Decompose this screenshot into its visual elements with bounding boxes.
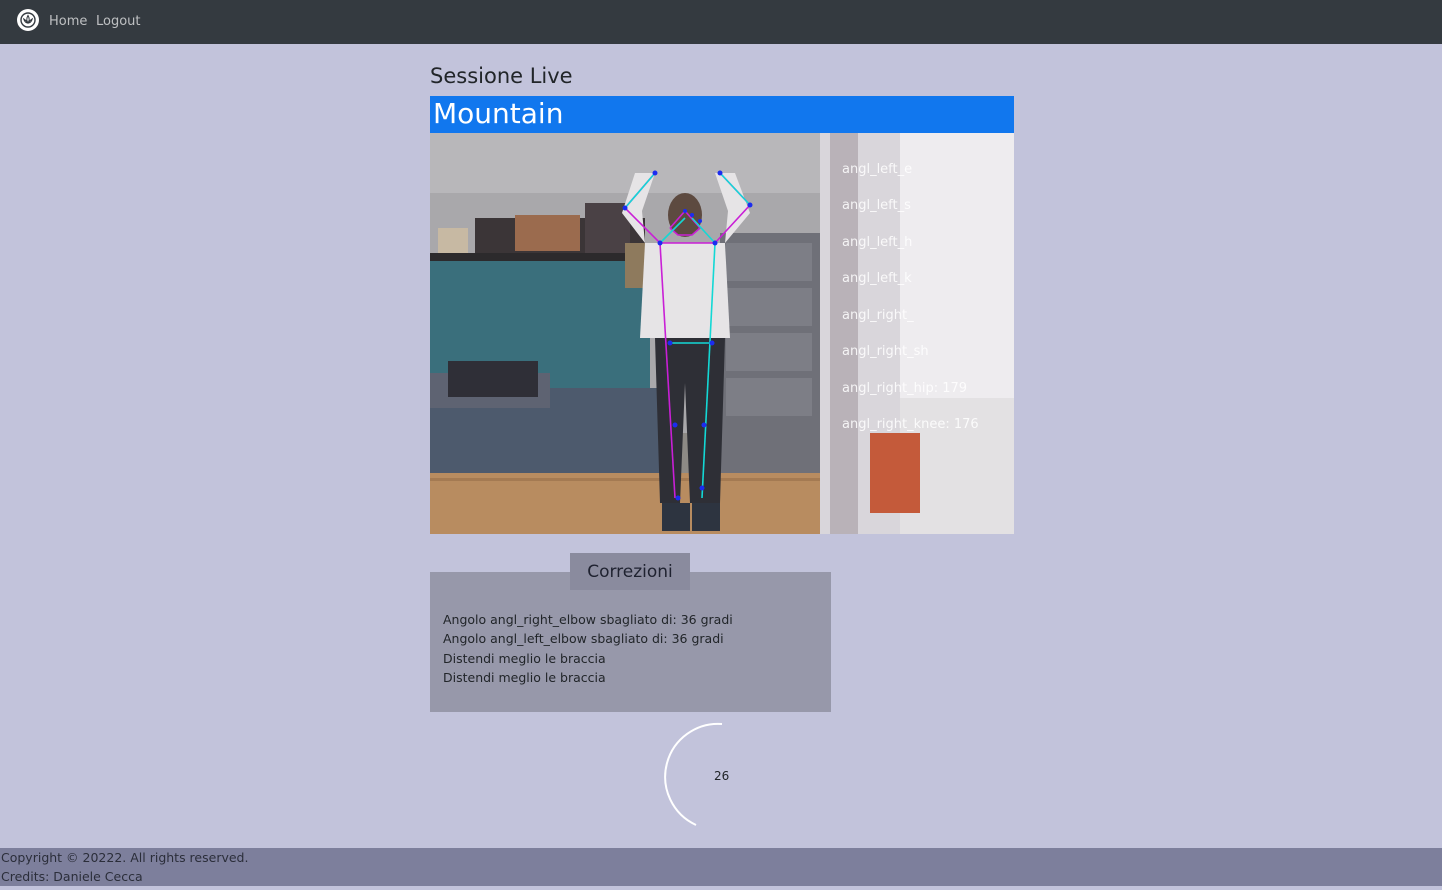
correction-item: Angolo angl_right_elbow sbagliato di: 36… — [443, 612, 733, 627]
angle-label: angl_right_hip: 179 — [842, 381, 968, 396]
angle-label: angl_left_e — [842, 162, 913, 177]
angle-label: angl_left_s — [842, 198, 911, 213]
live-video-feed: Mountain angl_left_e angl_left_s angl_le… — [430, 96, 1014, 534]
angle-label: angl_right_ — [842, 308, 914, 323]
corrections-title: Correzioni — [587, 562, 673, 582]
corrections-header: Correzioni — [570, 553, 690, 590]
lotus-icon[interactable] — [17, 9, 39, 31]
navbar: Home Logout — [0, 0, 1442, 44]
page-title: Sessione Live — [430, 64, 573, 88]
correction-item: Distendi meglio le braccia — [443, 650, 606, 666]
nav-link-logout[interactable]: Logout — [96, 14, 141, 29]
credits-text: Credits: Daniele Cecca — [1, 869, 143, 884]
angle-label: angl_right_knee: 176 — [842, 417, 979, 432]
corrections-list: Angolo angl_right_elbow sbagliato di: 36… — [443, 610, 733, 688]
footer: Copyright © 20222. All rights reserved. … — [0, 848, 1442, 886]
copyright-text: Copyright © 20222. All rights reserved. — [1, 850, 249, 865]
webcam-frame — [430, 133, 1014, 534]
angle-label: angl_left_k — [842, 271, 912, 286]
pose-name-banner: Mountain — [430, 96, 1014, 133]
correction-item: Distendi meglio le braccia — [443, 670, 606, 686]
angle-label: angl_left_h — [842, 235, 913, 250]
angle-label: angl_right_sh — [842, 344, 929, 359]
countdown-value: 26 — [714, 769, 730, 783]
correction-item: Angolo angl_left_elbow sbagliato di: 36 … — [443, 631, 724, 647]
pose-name: Mountain — [433, 97, 564, 130]
nav-link-home[interactable]: Home — [49, 14, 87, 29]
